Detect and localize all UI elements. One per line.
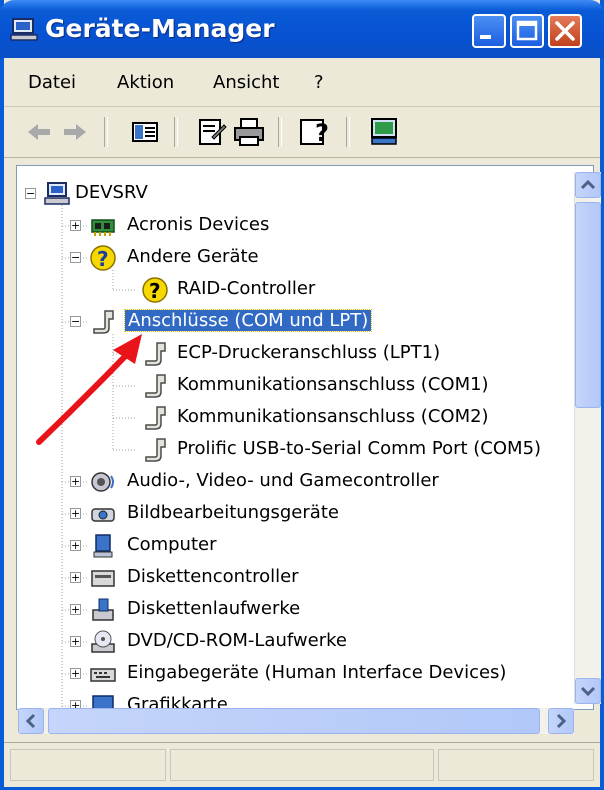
- forward-arrow-icon[interactable]: [58, 115, 92, 149]
- minimize-icon: [480, 35, 491, 39]
- properties-icon[interactable]: [194, 115, 228, 149]
- close-button[interactable]: [548, 14, 582, 48]
- computer-icon: [10, 18, 38, 41]
- scroll-left-button[interactable]: [18, 708, 44, 734]
- minimize-button[interactable]: [472, 14, 506, 48]
- svg-text:?: ?: [315, 119, 329, 147]
- menu-datei[interactable]: Datei: [28, 72, 76, 93]
- status-cell: [10, 749, 166, 781]
- back-arrow-icon[interactable]: [22, 115, 56, 149]
- scroll-down-button[interactable]: [575, 678, 601, 704]
- scroll-right-button[interactable]: [548, 708, 574, 734]
- help-icon[interactable]: ?: [298, 115, 332, 149]
- window-title: Geräte-Manager: [45, 14, 275, 43]
- console-tree-icon[interactable]: [128, 115, 162, 149]
- annotation-arrow: [36, 334, 142, 445]
- toolbar-separator: [346, 117, 350, 147]
- toolbar-separator: [104, 117, 108, 147]
- menu-aktion[interactable]: Aktion: [117, 72, 174, 93]
- menu-help[interactable]: ?: [314, 72, 324, 93]
- toolbar-separator: [278, 117, 282, 147]
- status-bar: [4, 742, 600, 787]
- status-cell: [170, 749, 434, 781]
- menu-bar: Datei Aktion Ansicht ?: [4, 58, 600, 107]
- maximize-button[interactable]: [510, 14, 544, 48]
- device-manager-window: Geräte-Manager Datei Aktion Ansicht ? ? …: [0, 0, 604, 790]
- chevron-down-icon: [580, 686, 596, 697]
- vertical-scrollbar[interactable]: [574, 172, 601, 704]
- print-icon[interactable]: [232, 115, 266, 149]
- status-cell: [438, 749, 594, 781]
- scroll-thumb[interactable]: [575, 202, 601, 408]
- menu-ansicht[interactable]: Ansicht: [213, 72, 279, 93]
- close-icon: [555, 21, 575, 41]
- scan-hardware-icon[interactable]: [368, 115, 402, 149]
- chevron-up-icon: [580, 179, 596, 190]
- horizontal-scrollbar[interactable]: [18, 708, 574, 734]
- scroll-up-button[interactable]: [575, 172, 601, 198]
- toolbar: ?: [4, 107, 600, 158]
- device-tree[interactable]: − DEVSRV + Acronis Devices − ? Andere Ge…: [16, 165, 594, 710]
- chevron-right-icon: [556, 713, 567, 729]
- horizontal-scroll-thumb[interactable]: [48, 708, 540, 734]
- chevron-left-icon: [25, 713, 36, 729]
- toolbar-separator: [174, 117, 178, 147]
- maximize-icon: [516, 20, 538, 41]
- title-bar[interactable]: Geräte-Manager: [0, 0, 604, 58]
